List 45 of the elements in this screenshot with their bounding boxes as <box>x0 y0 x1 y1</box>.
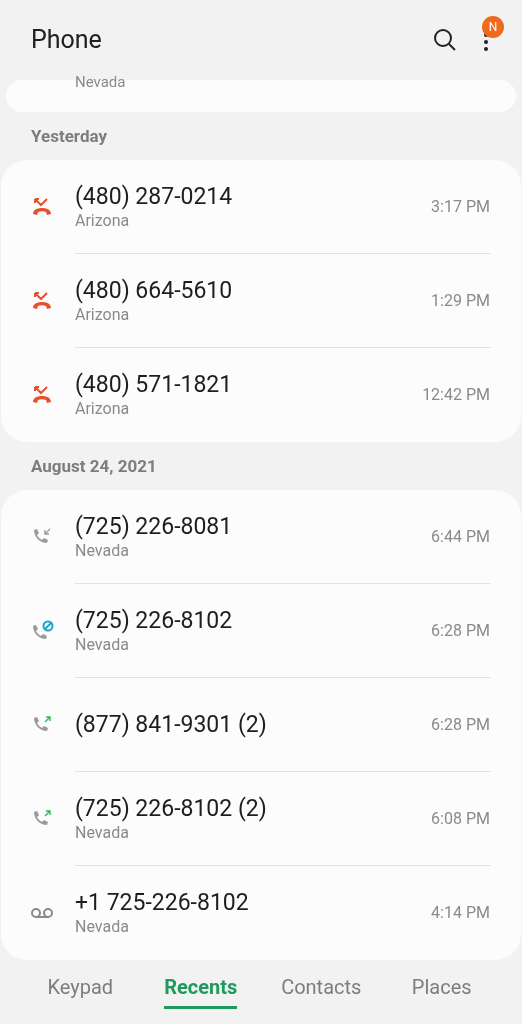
phone-number: (480) 664-5610 <box>75 276 233 305</box>
call-row[interactable]: (480) 287-0214 Arizona 3:17 PM <box>1 160 491 254</box>
location-text: Nevada <box>75 540 130 561</box>
call-row[interactable]: (725) 226-8102 (2) Nevada 6:08 PM <box>1 772 491 866</box>
location-text: Arizona <box>75 304 131 325</box>
location-text: Nevada <box>75 822 130 843</box>
call-time: 1:29 PM <box>431 289 491 312</box>
call-time: 6:44 PM <box>431 525 491 548</box>
location-text: Arizona <box>75 210 131 231</box>
call-row[interactable]: (480) 664-5610 Arizona 1:29 PM <box>1 254 491 348</box>
missed-call-icon <box>31 291 53 311</box>
blocked-call-icon <box>31 620 55 642</box>
section-heading: Yesterday <box>30 125 108 149</box>
call-row[interactable]: (480) 571-1821 Arizona 12:42 PM <box>1 348 491 442</box>
location-text: Nevada <box>75 634 130 655</box>
phone-number: (480) 571-1821 <box>75 371 233 399</box>
phone-number: (725) 226-8102 (2) <box>75 794 267 823</box>
phone-number: (725) 226-8081 <box>75 512 233 541</box>
search-icon[interactable] <box>433 28 457 52</box>
voicemail-icon <box>31 907 53 919</box>
location-text: Arizona <box>75 399 131 419</box>
tab[interactable]: Keypad <box>20 972 141 1013</box>
call-row[interactable]: (725) 226-8102 Nevada 6:28 PM <box>1 584 491 678</box>
call-time: 6:28 PM <box>431 619 491 642</box>
call-row[interactable]: (725) 226-8081 Nevada 6:44 PM <box>1 490 491 584</box>
location-text: Nevada <box>75 917 130 937</box>
call-time: 6:08 PM <box>431 807 491 830</box>
tab[interactable]: Contacts <box>261 972 382 1013</box>
call-time: 3:17 PM <box>431 195 491 218</box>
phone-number: (725) 226-8102 <box>75 606 233 635</box>
call-time: 4:14 PM <box>431 902 491 924</box>
phone-number: (877) 841-9301 (2) <box>75 710 267 739</box>
call-time: 6:28 PM <box>431 713 491 736</box>
app-title: Phone <box>31 24 102 57</box>
call-row[interactable]: +1 725-226-8102 Nevada 4:14 PM <box>1 866 491 960</box>
call-time: 12:42 PM <box>422 384 491 406</box>
section-heading: August 24, 2021 <box>30 455 158 479</box>
missed-call-icon <box>31 197 53 217</box>
location-text: Nevada <box>75 74 126 90</box>
phone-number: (480) 287-0214 <box>75 182 233 211</box>
missed-call-icon <box>31 385 53 405</box>
notification-badge: N <box>482 16 504 38</box>
call-row[interactable]: (877) 841-9301 (2) 6:28 PM <box>1 678 491 772</box>
phone-number: +1 725-226-8102 <box>75 889 249 917</box>
tab[interactable]: Places <box>381 972 502 1013</box>
